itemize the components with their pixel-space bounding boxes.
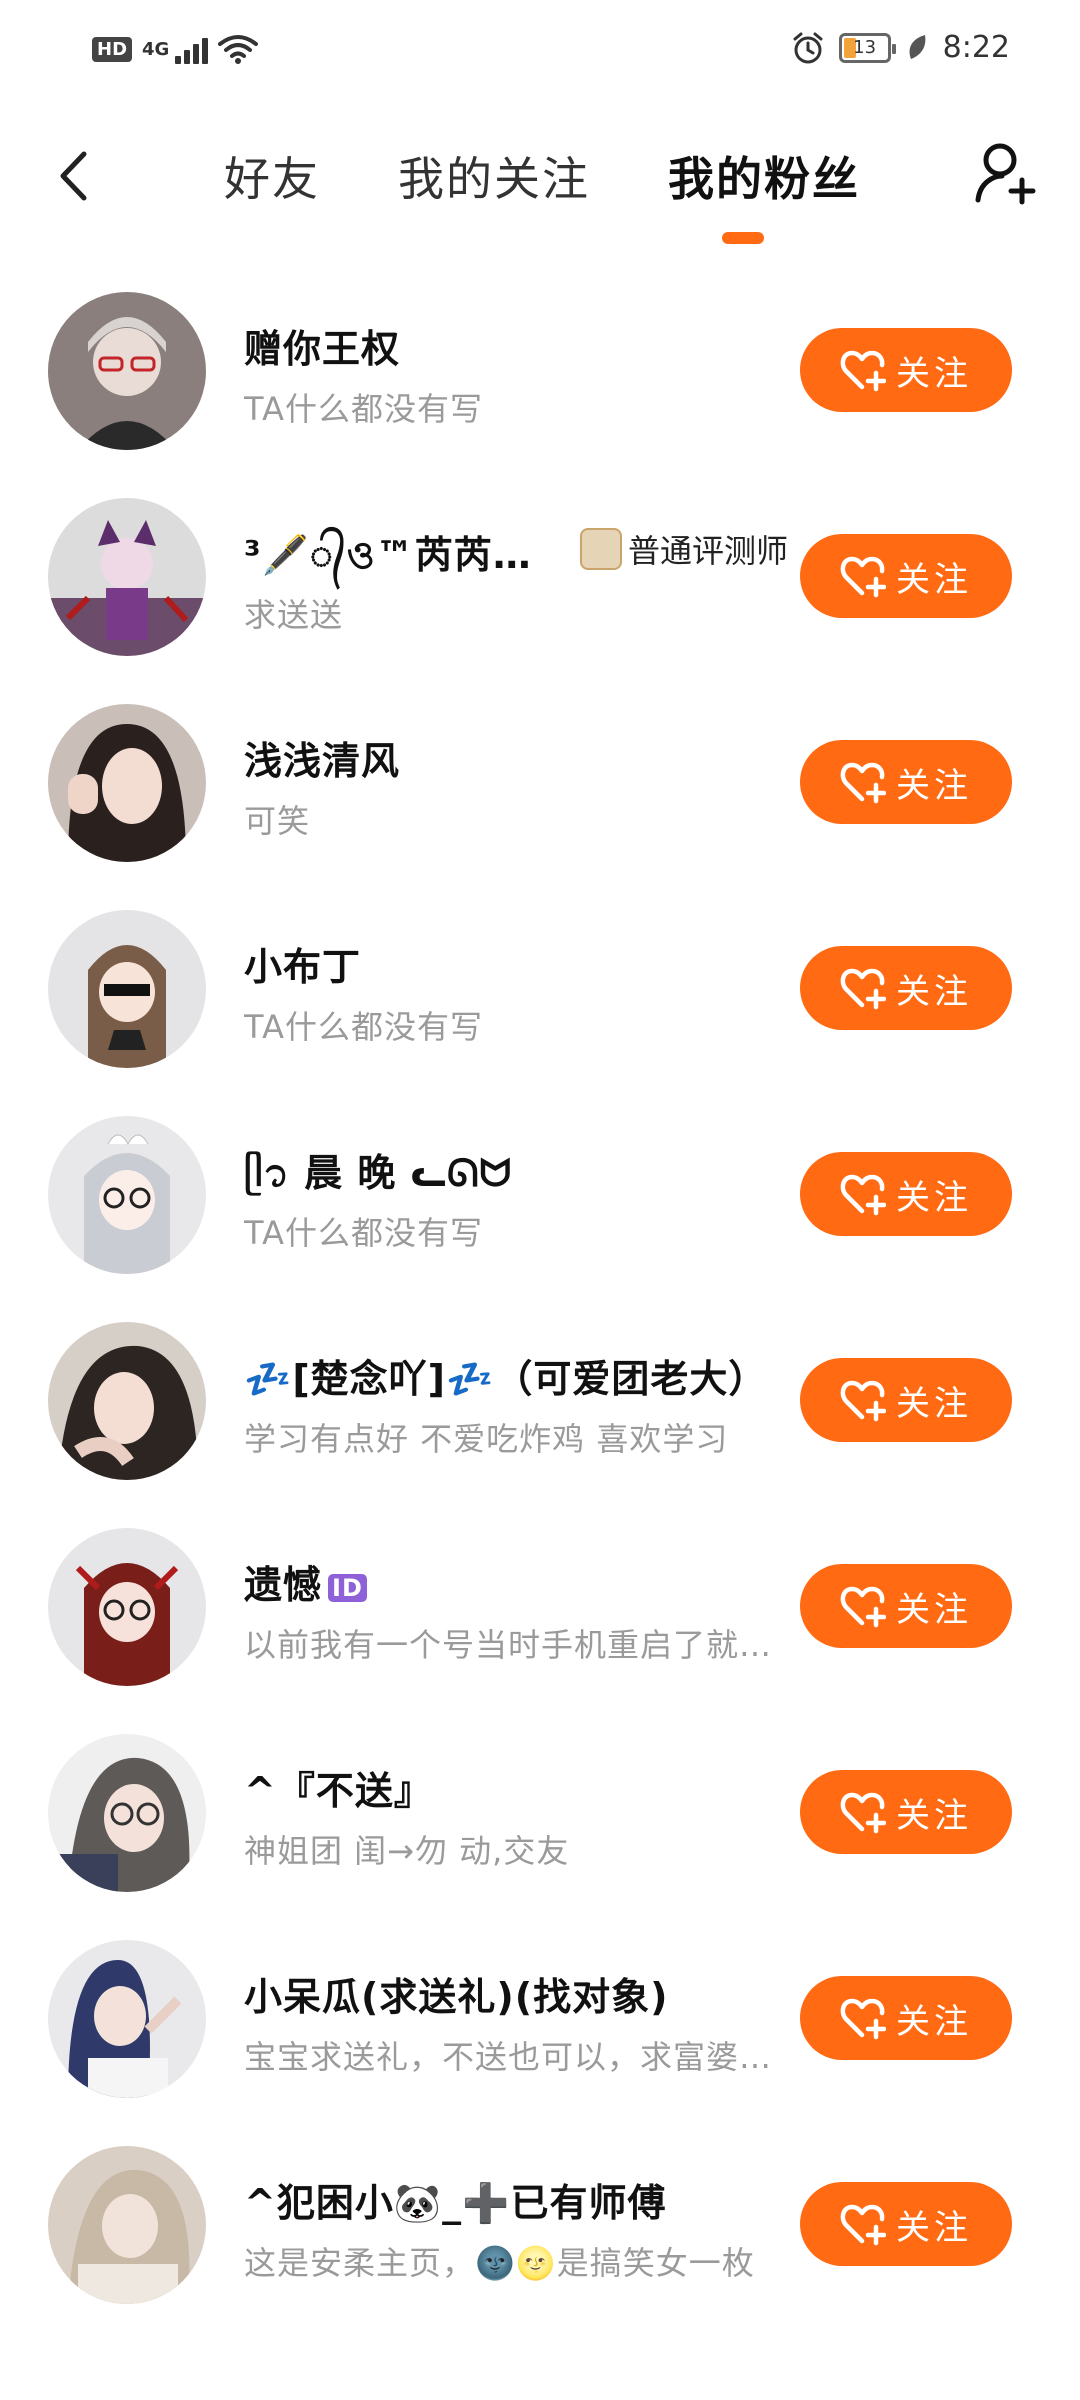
tab-friends[interactable]: 好友: [224, 143, 320, 209]
fan-bio: 可笑: [244, 802, 311, 840]
fan-name-text: 遗憾: [244, 1563, 323, 1607]
alarm-icon: [793, 32, 823, 63]
follow-label: 关注: [896, 765, 972, 806]
list-item[interactable]: 💤[楚念吖]💤（可爱团老大） 学习有点好 不爱吃炸鸡 喜欢学习 关注: [0, 1318, 1080, 1524]
network-type: 4G: [142, 38, 170, 60]
avatar[interactable]: [48, 292, 206, 450]
follow-label: 关注: [896, 559, 972, 600]
avatar[interactable]: [48, 2146, 206, 2304]
fan-bio: TA什么都没有写: [244, 1008, 483, 1046]
fan-name: ᥫ᭡ 晨 晚 ᓚᘏᗢ: [244, 1151, 513, 1195]
heart-plus-icon: [840, 1586, 886, 1628]
fan-name: 小布丁: [244, 945, 362, 989]
avatar[interactable]: [48, 1528, 206, 1686]
heart-plus-icon: [840, 1174, 886, 1216]
leaf-icon: [909, 34, 926, 59]
heart-plus-icon: [840, 968, 886, 1010]
fan-bio: 学习有点好 不爱吃炸鸡 喜欢学习: [244, 1420, 729, 1458]
fan-name: 浅浅清风: [244, 739, 401, 783]
tab-fans[interactable]: 我的粉丝: [668, 143, 860, 209]
fan-name: 赠你王权: [244, 327, 401, 371]
fan-bio: TA什么都没有写: [244, 1214, 483, 1252]
add-user-icon: [975, 143, 1036, 205]
avatar[interactable]: [48, 1116, 206, 1274]
tab-following[interactable]: 我的关注: [398, 143, 590, 209]
fan-list: 赠你王权 TA什么都没有写 关注 ³🖋️᭄ও™芮芮❦… 普通评测师 求送送 关注…: [0, 288, 1080, 2348]
fan-bio: 神姐团 闺→勿 动,交友: [244, 1832, 570, 1870]
avatar[interactable]: [48, 1322, 206, 1480]
follow-label: 关注: [896, 1589, 972, 1630]
list-item[interactable]: ³🖋️᭄ও™芮芮❦… 普通评测师 求送送 关注: [0, 494, 1080, 700]
status-right: 13 8:22: [791, 30, 1010, 65]
active-tab-indicator: [722, 232, 764, 244]
follow-label: 关注: [896, 2001, 972, 2042]
battery-level: 13: [853, 37, 877, 58]
list-item[interactable]: 小呆瓜(求送礼)(找对象) 宝宝求送礼，不送也可以，求富婆包养 关注: [0, 1936, 1080, 2142]
heart-plus-icon: [840, 1998, 886, 2040]
follow-label: 关注: [896, 353, 972, 394]
avatar[interactable]: [48, 1734, 206, 1892]
follow-label: 关注: [896, 1177, 972, 1218]
fan-bio: 以前我有一个号当时手机重启了就没了: [244, 1626, 774, 1664]
follow-label: 关注: [896, 2207, 972, 2248]
avatar[interactable]: [48, 704, 206, 862]
fan-name: ³🖋️᭄ও™芮芮❦…: [244, 533, 544, 577]
clock: 8:22: [942, 30, 1010, 65]
follow-button[interactable]: 关注: [800, 1152, 1012, 1236]
status-bar: HD 4G 13 8:22: [0, 0, 1080, 100]
back-button[interactable]: [48, 146, 98, 206]
fan-bio: 求送送: [244, 596, 344, 634]
list-item[interactable]: 浅浅清风 可笑 关注: [0, 700, 1080, 906]
heart-plus-icon: [840, 350, 886, 392]
list-item[interactable]: 遗憾 ID 以前我有一个号当时手机重启了就没了 关注: [0, 1524, 1080, 1730]
follow-button[interactable]: 关注: [800, 1358, 1012, 1442]
signal-icon: [175, 34, 209, 64]
follow-button[interactable]: 关注: [800, 2182, 1012, 2266]
follow-button[interactable]: 关注: [800, 946, 1012, 1030]
add-friend-button[interactable]: [970, 138, 1040, 210]
follow-button[interactable]: 关注: [800, 534, 1012, 618]
tester-badge: 普通评测师: [580, 526, 788, 572]
follow-button[interactable]: 关注: [800, 1564, 1012, 1648]
avatar[interactable]: [48, 498, 206, 656]
fan-name: 小呆瓜(求送礼)(找对象): [244, 1975, 669, 2019]
id-badge: ID: [328, 1573, 367, 1602]
header: 好友 我的关注 我的粉丝: [0, 118, 1080, 258]
follow-button[interactable]: 关注: [800, 328, 1012, 412]
follow-label: 关注: [896, 1795, 972, 1836]
avatar[interactable]: [48, 910, 206, 1068]
fan-name: ^『不送』: [244, 1769, 433, 1813]
heart-plus-icon: [840, 1792, 886, 1834]
fan-bio: TA什么都没有写: [244, 390, 483, 428]
fan-name: ^犯困小🐼_➕已有师傅: [244, 2181, 667, 2225]
badge-icon: [580, 528, 622, 570]
wifi-icon: [218, 35, 259, 64]
badge-label: 普通评测师: [628, 532, 789, 570]
hd-badge: HD: [92, 36, 133, 62]
heart-plus-icon: [840, 762, 886, 804]
follow-button[interactable]: 关注: [800, 1770, 1012, 1854]
list-item[interactable]: ^犯困小🐼_➕已有师傅 这是安柔主页，🌚🌝是搞笑女一枚 关注: [0, 2142, 1080, 2348]
follow-button[interactable]: 关注: [800, 1976, 1012, 2060]
follow-button[interactable]: 关注: [800, 740, 1012, 824]
list-item[interactable]: 小布丁 TA什么都没有写 关注: [0, 906, 1080, 1112]
fan-bio: 这是安柔主页，🌚🌝是搞笑女一枚: [244, 2244, 755, 2282]
battery-icon: 13: [838, 32, 896, 63]
follow-label: 关注: [896, 971, 972, 1012]
tab-bar: 好友 我的关注 我的粉丝: [224, 143, 938, 209]
fan-name: 💤[楚念吖]💤（可爱团老大）: [244, 1357, 768, 1401]
heart-plus-icon: [840, 1380, 886, 1422]
chevron-left-icon: [60, 151, 87, 201]
avatar[interactable]: [48, 1940, 206, 2098]
heart-plus-icon: [840, 556, 886, 598]
heart-plus-icon: [840, 2204, 886, 2246]
list-item[interactable]: ᥫ᭡ 晨 晚 ᓚᘏᗢ TA什么都没有写 关注: [0, 1112, 1080, 1318]
fan-bio: 宝宝求送礼，不送也可以，求富婆包养: [244, 2038, 774, 2076]
fan-name: 遗憾 ID: [244, 1554, 367, 1609]
list-item[interactable]: 赠你王权 TA什么都没有写 关注: [0, 288, 1080, 494]
list-item[interactable]: ^『不送』 神姐团 闺→勿 动,交友 关注: [0, 1730, 1080, 1936]
status-left: HD 4G: [92, 34, 259, 64]
follow-label: 关注: [896, 1383, 972, 1424]
